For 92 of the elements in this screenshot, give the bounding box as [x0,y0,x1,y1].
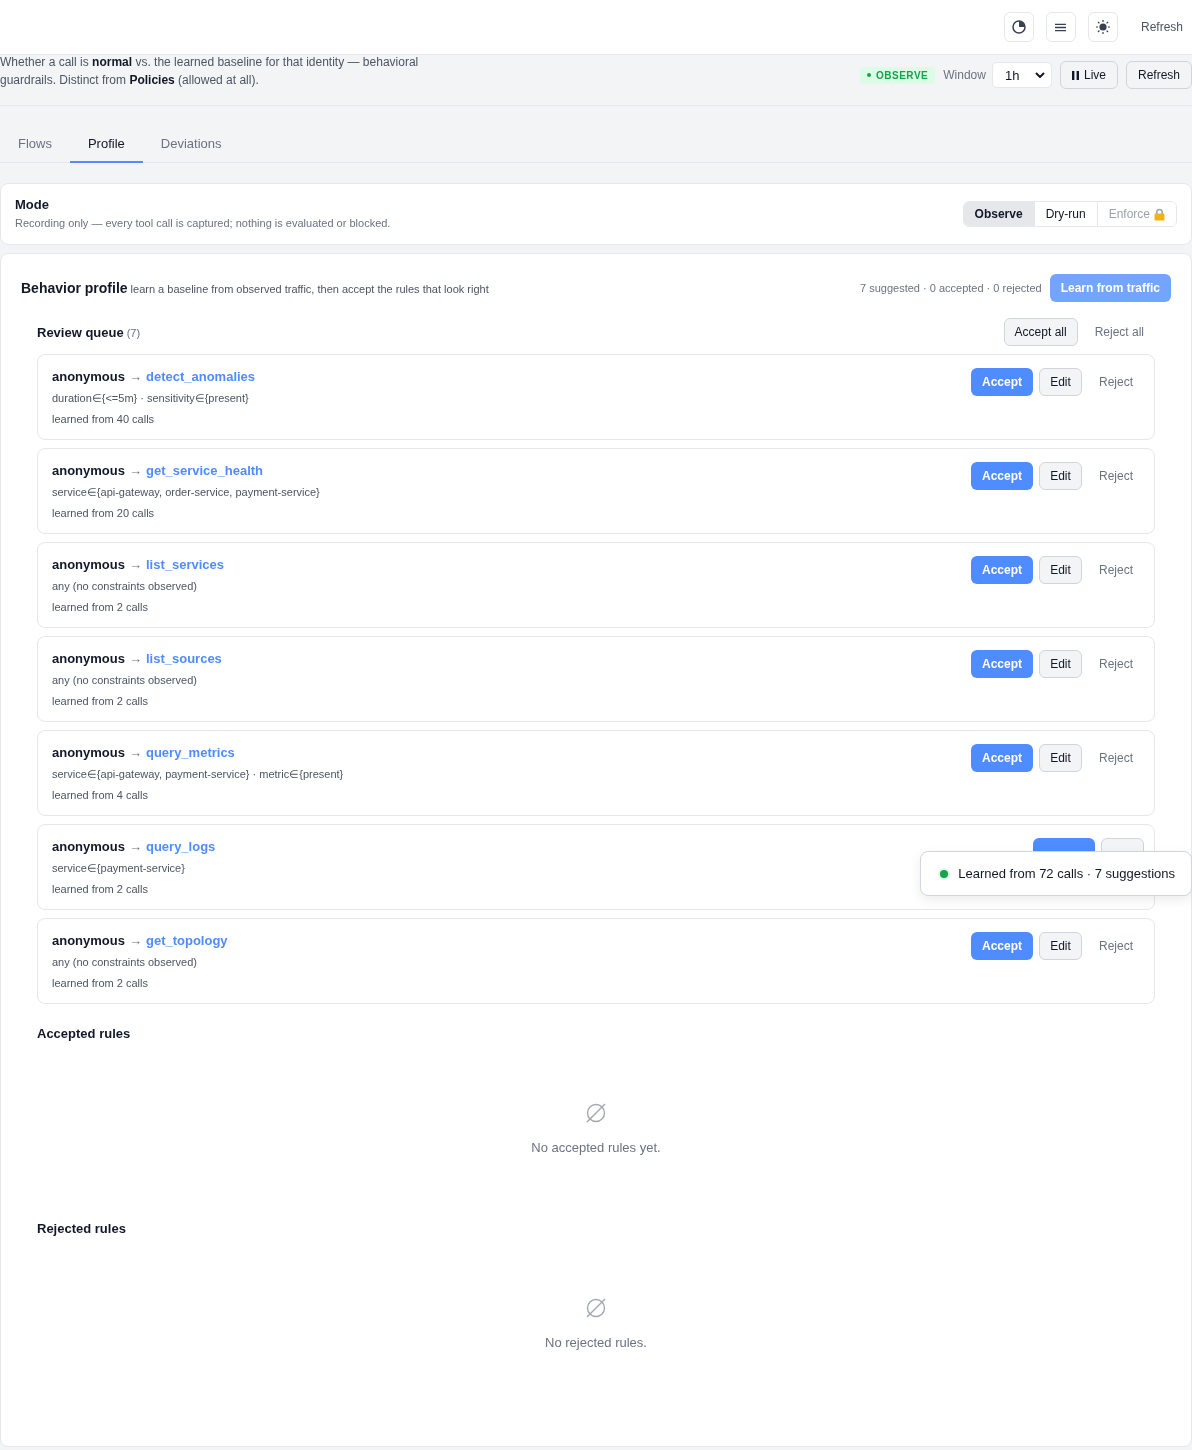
rule-learned-count: learned from 40 calls [52,412,156,427]
rule-identity: anonymous [52,650,125,668]
refresh-button[interactable]: Refresh [1131,14,1192,40]
rule-learned-count: learned from 2 calls [52,882,149,897]
mode-title: Mode [15,197,50,213]
rule-arrow: → [128,650,142,668]
rule-constraints: service∈{payment-service} [52,861,186,876]
profile-subtitle: learn a baseline from observed traffic, then accept the rules that look right [130,283,489,295]
rule-constraints: duration∈{<=5m} · sensitivity∈{present} [52,391,250,406]
edit-button[interactable]: Edit [1039,462,1082,490]
tab[interactable]: Deviations [142,125,240,163]
mode-description: Recording only — every tool call is captured; nothing is evaluated or blocked. [15,216,391,231]
section-title: Accepted rules [37,1026,132,1042]
pause-icon [1071,70,1079,80]
queue-count: (7) [126,327,141,339]
empty-state-text: No accepted rules yet. [531,1139,661,1157]
status-dot-icon [938,867,951,880]
sun-icon [1095,20,1110,34]
rule-learned-count: learned from 2 calls [52,976,149,991]
rule-learned-count: learned from 2 calls [52,600,149,615]
rule-constraints: any (no constraints observed) [52,673,198,688]
rule-arrow: → [128,932,142,950]
window-select[interactable]: 1h [991,62,1052,88]
rule-identity: anonymous [52,744,125,762]
profile-title: Behavior profile [21,280,128,296]
section-title: Review queue [37,325,124,340]
chart-button[interactable] [1003,12,1034,42]
accept-button[interactable]: Accept [971,556,1033,584]
rule-identity: anonymous [52,368,125,386]
tool-link[interactable]: get_topology [145,931,228,951]
mode-option[interactable]: Observe [963,202,1034,226]
tool-link[interactable]: query_logs [145,837,216,857]
accept-button[interactable]: Accept [971,650,1033,678]
badge-label: OBSERVE [876,69,929,81]
reject-button[interactable]: Reject [1088,650,1144,678]
edit-button[interactable]: Edit [1039,650,1082,678]
edit-button[interactable]: Edit [1039,744,1082,772]
menu-button[interactable] [1045,12,1076,42]
refresh-button[interactable]: Refresh [1125,61,1192,89]
reject-button[interactable]: Reject [1088,744,1144,772]
rule-arrow: → [128,556,142,574]
chevron-down-icon [1034,72,1045,78]
pie-chart-icon [1011,20,1026,34]
rule-identity: anonymous [52,932,125,950]
reject-button[interactable]: Reject [1088,932,1144,960]
edit-button[interactable]: Edit [1039,932,1082,960]
rule-arrow: → [128,368,142,386]
rule-identity: anonymous [52,556,125,574]
rule-identity: anonymous [52,462,125,480]
rule-arrow: → [128,462,142,480]
slashed-circle-icon [585,1297,607,1319]
toast-text: Learned from 72 calls · 7 suggestions [958,866,1175,881]
edit-button[interactable]: Edit [1039,556,1082,584]
status-dot-icon [867,73,872,77]
accept-button[interactable]: Accept [971,462,1033,490]
accept-button[interactable]: Accept [971,368,1033,396]
page-description: Whether a call is normal vs. the learned baseline for that identity — behavioral guardrails. Distinct from Policies (allowed at all). [0,54,420,89]
edit-button[interactable]: Edit [1039,368,1082,396]
lock-icon [1154,207,1165,221]
rule-identity: anonymous [52,838,125,856]
tool-link[interactable]: get_service_health [145,461,264,481]
accept-button[interactable]: Accept [971,932,1033,960]
rule-constraints: service∈{api-gateway, order-service, payment-service} [52,485,320,500]
rule-arrow: → [128,744,142,762]
reject-all-button[interactable]: Reject all [1083,318,1155,346]
rule-learned-count: learned from 4 calls [52,788,149,803]
live-button[interactable]: Live [1059,61,1118,89]
tool-link[interactable]: query_metrics [145,743,235,763]
tool-link[interactable]: detect_anomalies [145,367,256,387]
window-label: Window [943,68,986,82]
rule-constraints: service∈{api-gateway, payment-service} · metric∈{present} [52,767,344,782]
tool-link[interactable]: list_sources [145,649,222,669]
reject-button[interactable]: Reject [1088,556,1144,584]
accept-button[interactable]: Accept [971,744,1033,772]
reject-button[interactable]: Reject [1088,368,1144,396]
theme-toggle-button[interactable] [1087,12,1118,42]
rule-constraints: any (no constraints observed) [52,579,198,594]
tool-link[interactable]: list_services [145,555,225,575]
tab[interactable]: Flows [0,125,70,163]
empty-state-text: No rejected rules. [545,1334,647,1352]
rule-arrow: → [128,838,142,856]
tab[interactable]: Profile [69,125,143,163]
rule-learned-count: learned from 2 calls [52,694,149,709]
rule-learned-count: learned from 20 calls [52,506,156,521]
rule-constraints: any (no constraints observed) [52,955,198,970]
accept-all-button[interactable]: Accept all [1003,318,1078,346]
section-title: Rejected rules [37,1221,127,1237]
mode-option[interactable]: Enforce [1096,202,1176,226]
reject-button[interactable]: Reject [1088,462,1144,490]
rule-summary: 7 suggested · 0 accepted · 0 rejected [860,282,1042,294]
slashed-circle-icon [585,1102,607,1124]
menu-icon [1055,22,1067,32]
